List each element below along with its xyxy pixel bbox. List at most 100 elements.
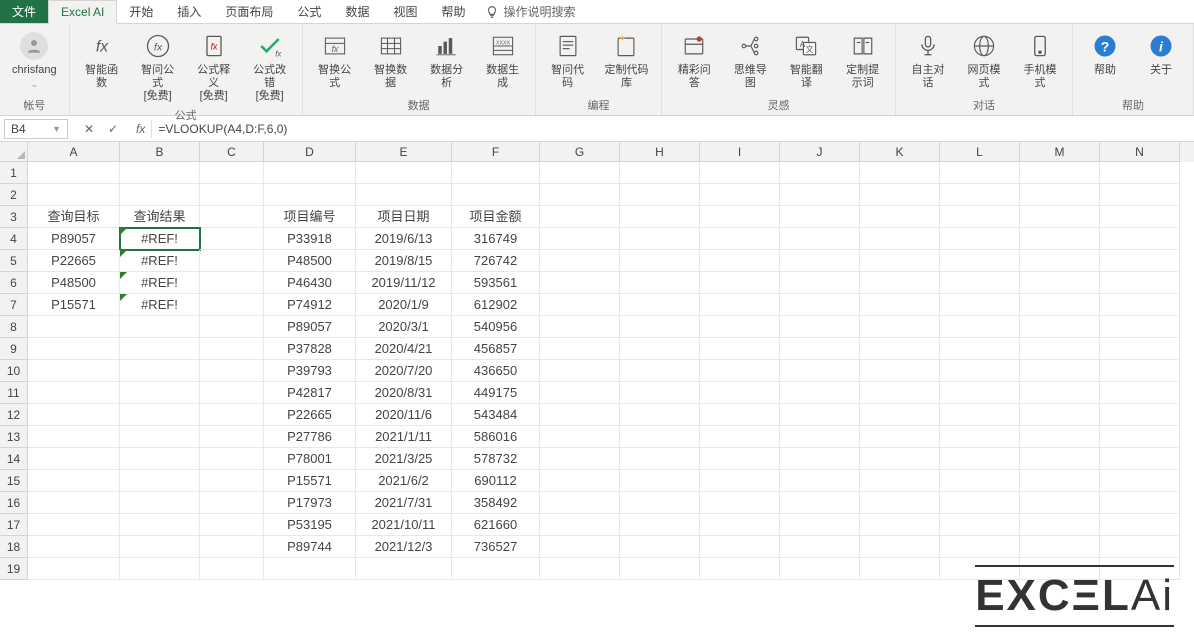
column-header-M[interactable]: M: [1020, 142, 1100, 162]
cell-M5[interactable]: [1020, 250, 1100, 272]
column-header-I[interactable]: I: [700, 142, 780, 162]
cell-C17[interactable]: [200, 514, 264, 536]
row-header-12[interactable]: 12: [0, 404, 28, 426]
cell-N13[interactable]: [1100, 426, 1180, 448]
cell-G16[interactable]: [540, 492, 620, 514]
cell-L11[interactable]: [940, 382, 1020, 404]
cell-D19[interactable]: [264, 558, 356, 580]
cell-E14[interactable]: 2021/3/25: [356, 448, 452, 470]
cell-A10[interactable]: [28, 360, 120, 382]
cell-H13[interactable]: [620, 426, 700, 448]
cell-H15[interactable]: [620, 470, 700, 492]
cell-J14[interactable]: [780, 448, 860, 470]
cell-G1[interactable]: [540, 162, 620, 184]
cell-B7[interactable]: #REF!: [120, 294, 200, 316]
cell-C12[interactable]: [200, 404, 264, 426]
tab-excel-ai[interactable]: Excel AI: [48, 0, 117, 24]
cell-C7[interactable]: [200, 294, 264, 316]
cell-I10[interactable]: [700, 360, 780, 382]
cell-L2[interactable]: [940, 184, 1020, 206]
row-header-16[interactable]: 16: [0, 492, 28, 514]
cell-D2[interactable]: [264, 184, 356, 206]
cell-D7[interactable]: P74912: [264, 294, 356, 316]
cell-H11[interactable]: [620, 382, 700, 404]
cell-I8[interactable]: [700, 316, 780, 338]
cell-F18[interactable]: 736527: [452, 536, 540, 558]
name-box[interactable]: B4 ▼: [4, 119, 68, 139]
cell-B12[interactable]: [120, 404, 200, 426]
row-header-14[interactable]: 14: [0, 448, 28, 470]
tab-layout[interactable]: 页面布局: [213, 0, 285, 23]
cell-N17[interactable]: [1100, 514, 1180, 536]
cell-J15[interactable]: [780, 470, 860, 492]
cell-H14[interactable]: [620, 448, 700, 470]
ask-formula-button[interactable]: fx 智问公式 [免费]: [134, 28, 182, 105]
cell-L13[interactable]: [940, 426, 1020, 448]
help-button[interactable]: ? 帮助: [1081, 28, 1129, 79]
cell-K1[interactable]: [860, 162, 940, 184]
tab-insert[interactable]: 插入: [165, 0, 213, 23]
cell-H3[interactable]: [620, 206, 700, 228]
cell-E13[interactable]: 2021/1/11: [356, 426, 452, 448]
cell-E5[interactable]: 2019/8/15: [356, 250, 452, 272]
cell-H18[interactable]: [620, 536, 700, 558]
cell-H10[interactable]: [620, 360, 700, 382]
cell-F7[interactable]: 612902: [452, 294, 540, 316]
cell-K7[interactable]: [860, 294, 940, 316]
row-header-10[interactable]: 10: [0, 360, 28, 382]
cell-A4[interactable]: P89057: [28, 228, 120, 250]
cell-A11[interactable]: [28, 382, 120, 404]
cell-F11[interactable]: 449175: [452, 382, 540, 404]
cell-K8[interactable]: [860, 316, 940, 338]
cell-A6[interactable]: P48500: [28, 272, 120, 294]
custom-lib-button[interactable]: 定制代码库: [600, 28, 654, 92]
cell-B6[interactable]: #REF!: [120, 272, 200, 294]
data-gen-button[interactable]: XXXX 数据生成: [479, 28, 527, 92]
cell-F9[interactable]: 456857: [452, 338, 540, 360]
cell-E18[interactable]: 2021/12/3: [356, 536, 452, 558]
cell-K2[interactable]: [860, 184, 940, 206]
mindmap-button[interactable]: 思维导图: [726, 28, 774, 92]
cell-J12[interactable]: [780, 404, 860, 426]
tab-data[interactable]: 数据: [333, 0, 381, 23]
cell-D14[interactable]: P78001: [264, 448, 356, 470]
tab-view[interactable]: 视图: [381, 0, 429, 23]
cell-J2[interactable]: [780, 184, 860, 206]
cell-A3[interactable]: 查询目标: [28, 206, 120, 228]
row-header-9[interactable]: 9: [0, 338, 28, 360]
select-all-button[interactable]: [0, 142, 28, 162]
cell-D9[interactable]: P37828: [264, 338, 356, 360]
cell-I16[interactable]: [700, 492, 780, 514]
cell-I13[interactable]: [700, 426, 780, 448]
cell-A16[interactable]: [28, 492, 120, 514]
cell-E6[interactable]: 2019/11/12: [356, 272, 452, 294]
cell-E10[interactable]: 2020/7/20: [356, 360, 452, 382]
cell-F5[interactable]: 726742: [452, 250, 540, 272]
tab-file[interactable]: 文件: [0, 0, 48, 23]
row-header-2[interactable]: 2: [0, 184, 28, 206]
cell-E19[interactable]: [356, 558, 452, 580]
cell-M2[interactable]: [1020, 184, 1100, 206]
column-header-H[interactable]: H: [620, 142, 700, 162]
cell-J10[interactable]: [780, 360, 860, 382]
cell-K10[interactable]: [860, 360, 940, 382]
row-header-17[interactable]: 17: [0, 514, 28, 536]
prompts-button[interactable]: 定制提示词: [838, 28, 887, 92]
cell-K4[interactable]: [860, 228, 940, 250]
enter-formula-button[interactable]: ✓: [104, 122, 122, 136]
cell-B4[interactable]: #REF!: [120, 228, 200, 250]
cell-B16[interactable]: [120, 492, 200, 514]
cell-C16[interactable]: [200, 492, 264, 514]
cell-G10[interactable]: [540, 360, 620, 382]
row-header-6[interactable]: 6: [0, 272, 28, 294]
cell-I9[interactable]: [700, 338, 780, 360]
cell-I17[interactable]: [700, 514, 780, 536]
convert-formula-button[interactable]: fx 智换公式: [311, 28, 359, 92]
cell-N8[interactable]: [1100, 316, 1180, 338]
auto-chat-button[interactable]: 自主对话: [904, 28, 952, 92]
cell-M8[interactable]: [1020, 316, 1100, 338]
cell-E12[interactable]: 2020/11/6: [356, 404, 452, 426]
cell-N18[interactable]: [1100, 536, 1180, 558]
column-header-E[interactable]: E: [356, 142, 452, 162]
cell-I15[interactable]: [700, 470, 780, 492]
